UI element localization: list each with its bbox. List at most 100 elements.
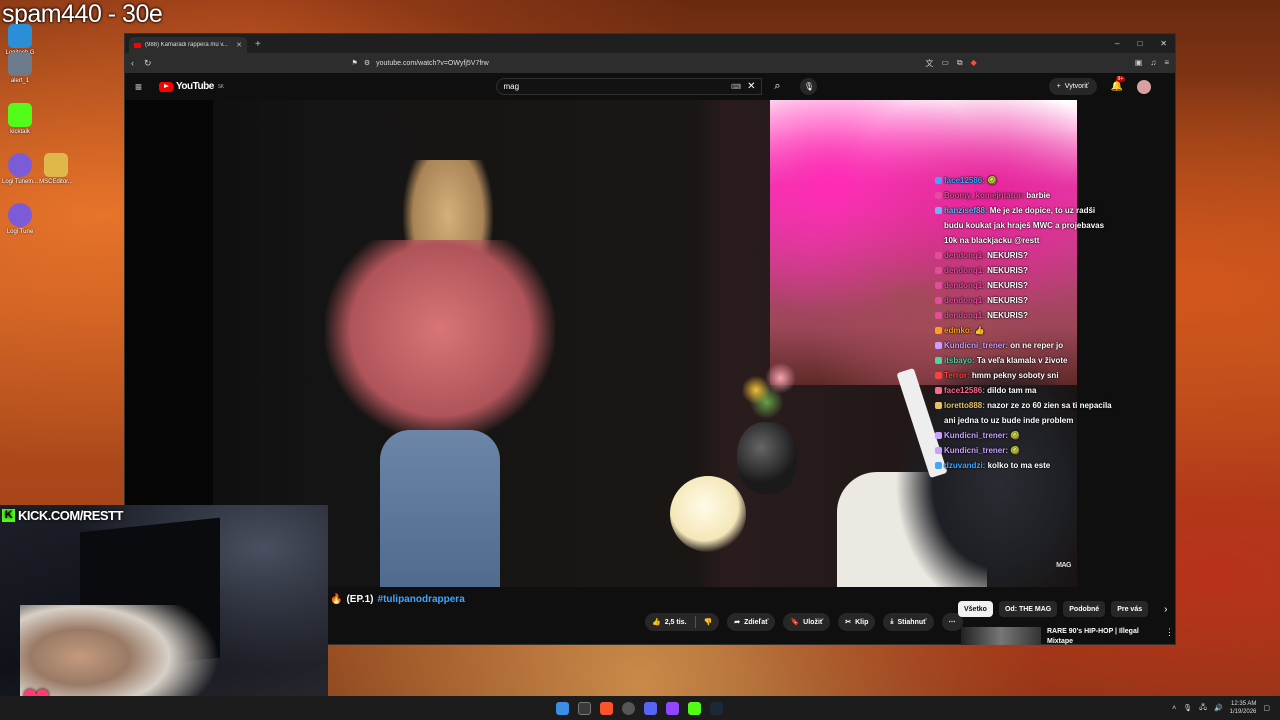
chat-text: hanzisef88: Me je zle dopice, to uz radš… [944,206,1105,245]
desktop-icon-alert[interactable]: alert_1 [0,52,40,84]
video-watermark: MAG [1056,562,1071,569]
recommended-video[interactable]: RARE 90's HIP-HOP | Illegal Mixtape ⋮ [961,627,1174,647]
dislike-icon[interactable]: 👎 [704,618,713,626]
youtube-favicon-icon [134,42,141,48]
chat-message: Kundicni_trener: on ne reper jo [935,338,1115,353]
recommended-thumbnail[interactable] [961,627,1041,645]
mic-tray-icon[interactable]: 🎙 [1183,704,1192,712]
chat-username: dendonq1 [944,266,983,275]
bookmark-icon[interactable]: ⚑ [352,59,358,67]
chat-username: dendonq1 [944,311,983,320]
chat-badge-icon [935,252,942,259]
chevron-up-icon[interactable]: ˄ [1172,705,1176,712]
download-button[interactable]: ⤓ Stiahnuť [883,613,934,631]
address-bar[interactable]: ⚑ ⚙ youtube.com/watch?v=OWyfj5V7frw [352,56,662,71]
notification-center-icon[interactable]: ▢ [1263,704,1270,712]
minimize-button[interactable]: – [1115,39,1119,48]
recommended-title[interactable]: RARE 90's HIP-HOP | Illegal Mixtape [1047,627,1157,647]
desktop-icon-msceditor[interactable]: MSCEditor... [36,153,76,185]
brave-shields-icon[interactable]: ◆ [971,58,977,69]
url-text: youtube.com/watch?v=OWyfj5V7frw [376,59,489,67]
start-icon[interactable] [556,701,569,715]
brave-icon[interactable] [600,701,613,715]
chat-username: dendonq1 [944,296,983,305]
search-input[interactable]: mag ⌨ ✕ [496,78,763,95]
chat-badge-icon [935,342,942,349]
chat-message-text: NEKURIS? [987,296,1028,305]
notifications-button[interactable]: 🔔 9+ [1111,76,1126,92]
hashtag-link[interactable]: #tulipanodrappera [378,594,465,605]
back-icon[interactable]: ‹ [131,58,134,68]
clip-button[interactable]: ✂ Klip [838,613,876,631]
chat-message-text: NEKURIS? [987,251,1028,260]
desktop-icon-kicktalk[interactable]: kicktalk [0,103,40,135]
menu-icon[interactable]: ≡ [1164,58,1169,69]
chat-text: dendonq1: NEKURIS? [944,251,1028,260]
youtube-play-icon [159,81,173,92]
desktop-icon-logi-tuneln[interactable]: Logi Tuneln... [0,153,40,185]
close-window-button[interactable]: ✕ [1160,39,1167,48]
video-person-jeans [380,430,500,587]
wallet-icon[interactable]: ▣ [1135,58,1143,69]
translate-icon[interactable]: 文 [925,58,933,69]
chat-text: itsbayo: Ta veľa klamala v živote [944,356,1068,365]
chat-username: dendonq1 [944,281,983,290]
twitch-icon[interactable] [666,701,679,715]
chat-text: Boomy_komejntator: barbie [944,191,1051,200]
chat-badge-icon [935,327,942,334]
extensions-icon[interactable]: ⧉ [957,58,963,69]
chip-similar[interactable]: Podobné [1063,601,1106,617]
chat-username: Kundicni_trener [944,431,1006,440]
discord-icon[interactable] [644,701,657,715]
download-icon: ⤓ [890,618,894,625]
keyboard-icon[interactable]: ⌨ [731,83,741,91]
volume-icon[interactable]: 🔊 [1214,704,1223,712]
chip-all[interactable]: Všetko [958,601,993,617]
chat-username: face12586 [944,176,983,185]
chat-text: face12586: dildo tam ma [944,386,1037,395]
tab-bar: (988) Kamarádi rappera mu v... ✕ + – □ ✕ [125,34,1175,53]
search-button[interactable]: ⌕ [766,80,788,93]
create-button[interactable]: + Vytvoriť [1048,78,1097,95]
obs-icon[interactable] [622,701,635,715]
youtube-logo[interactable]: YouTube SK [159,81,224,92]
like-icon[interactable]: 👍 [652,618,661,626]
cast-icon[interactable]: ▭ [941,58,949,69]
save-button[interactable]: 🔖 Uložiť [783,613,831,631]
chat-message: dendonq1: NEKURIS? [935,278,1115,293]
chat-text: dendonq1: NEKURIS? [944,266,1028,275]
ghub-icon [8,24,32,48]
close-tab-icon[interactable]: ✕ [236,41,242,49]
site-info-icon[interactable]: ⚙ [364,59,370,67]
clock[interactable]: 12:35 AM 1/19/2026 [1230,700,1257,716]
share-button[interactable]: ➦ Zdieľať [727,613,776,631]
account-avatar[interactable] [1137,79,1151,94]
new-tab-button[interactable]: + [255,39,261,50]
kick-app-icon[interactable] [688,701,701,715]
kebab-menu-icon[interactable]: ⋮ [1165,627,1174,638]
media-icon[interactable]: ♫ [1150,58,1156,69]
chat-badge-icon [935,402,942,409]
chat-badge-icon [935,177,942,184]
clear-search-icon[interactable]: ✕ [747,81,755,92]
hamburger-menu-icon[interactable]: ≡ [135,80,159,94]
reload-icon[interactable]: ↻ [144,58,152,69]
chat-badge-icon [935,447,942,454]
tab-youtube[interactable]: (988) Kamarádi rappera mu v... ✕ [129,37,247,53]
voice-search-button[interactable]: 🎙 [800,78,818,95]
chevron-right-icon[interactable]: › [1164,604,1167,615]
chat-badge-icon [935,267,942,274]
window-controls: – □ ✕ [1115,39,1175,48]
chip-for-you[interactable]: Pre vás [1111,601,1149,617]
video-person-jacket [325,240,555,440]
task-view-icon[interactable] [578,701,591,715]
network-icon[interactable]: 🖧 [1199,703,1207,714]
desktop-icon-logi-tune[interactable]: Logi Tune [0,203,40,235]
steam-icon[interactable] [710,701,723,715]
chat-text: Kundicni_trener: 🥝 [944,446,1021,455]
video-lamp [670,476,746,552]
like-count[interactable]: 2,5 tis. [665,619,687,626]
maximize-button[interactable]: □ [1137,39,1142,48]
chat-message-text: NEKURIS? [987,281,1028,290]
chip-from-channel[interactable]: Od: THE MAG [998,601,1058,617]
